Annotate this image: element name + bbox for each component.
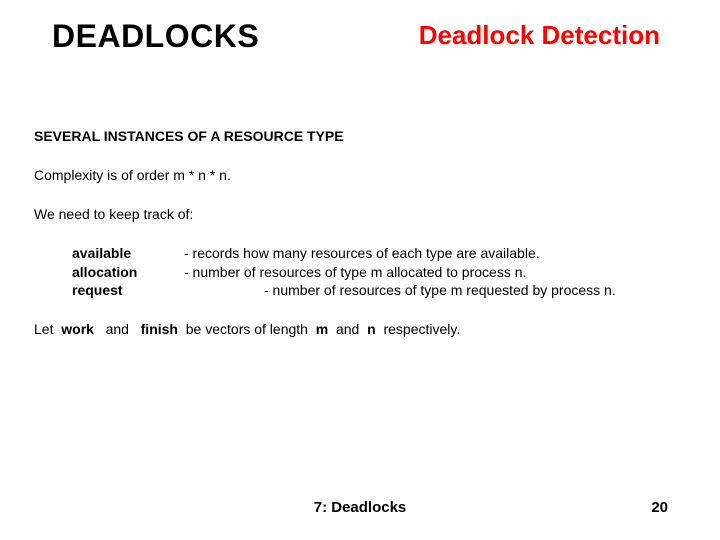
- slide: DEADLOCKS Deadlock Detection SEVERAL INS…: [0, 0, 720, 540]
- term-request: request: [72, 281, 184, 300]
- complexity-text: Complexity is of order m * n * n.: [34, 166, 686, 185]
- definition-row: allocation - number of resources of type…: [72, 263, 686, 282]
- footer-title: 7: Deadlocks: [314, 499, 407, 516]
- slide-footer: 7: Deadlocks 20: [0, 499, 720, 516]
- desc-available: - records how many resources of each typ…: [184, 244, 686, 263]
- let-line: Let work and finish be vectors of length…: [34, 320, 686, 339]
- finish-word: finish: [141, 321, 178, 337]
- tail-text: respectively.: [383, 321, 460, 337]
- m-var: m: [316, 321, 328, 337]
- desc-allocation: - number of resources of type m allocate…: [184, 263, 686, 282]
- definition-row: available - records how many resources o…: [72, 244, 686, 263]
- n-var: n: [367, 321, 376, 337]
- and-word: and: [106, 321, 129, 337]
- term-allocation: allocation: [72, 263, 184, 282]
- let-word: Let: [34, 321, 53, 337]
- main-title: DEADLOCKS: [52, 18, 259, 55]
- and2-word: and: [336, 321, 359, 337]
- definition-row: request - number of resources of type m …: [72, 281, 686, 300]
- track-intro: We need to keep track of:: [34, 205, 686, 224]
- section-heading: SEVERAL INSTANCES OF A RESOURCE TYPE: [34, 127, 686, 146]
- term-available: available: [72, 244, 184, 263]
- page-number: 20: [651, 499, 668, 516]
- slide-header: DEADLOCKS Deadlock Detection: [0, 0, 720, 55]
- work-word: work: [61, 321, 94, 337]
- slide-body: SEVERAL INSTANCES OF A RESOURCE TYPE Com…: [0, 127, 720, 339]
- rest-text: be vectors of length: [186, 321, 308, 337]
- subtitle: Deadlock Detection: [419, 20, 660, 51]
- desc-request: - number of resources of type m requeste…: [184, 281, 686, 300]
- definitions-block: available - records how many resources o…: [72, 244, 686, 301]
